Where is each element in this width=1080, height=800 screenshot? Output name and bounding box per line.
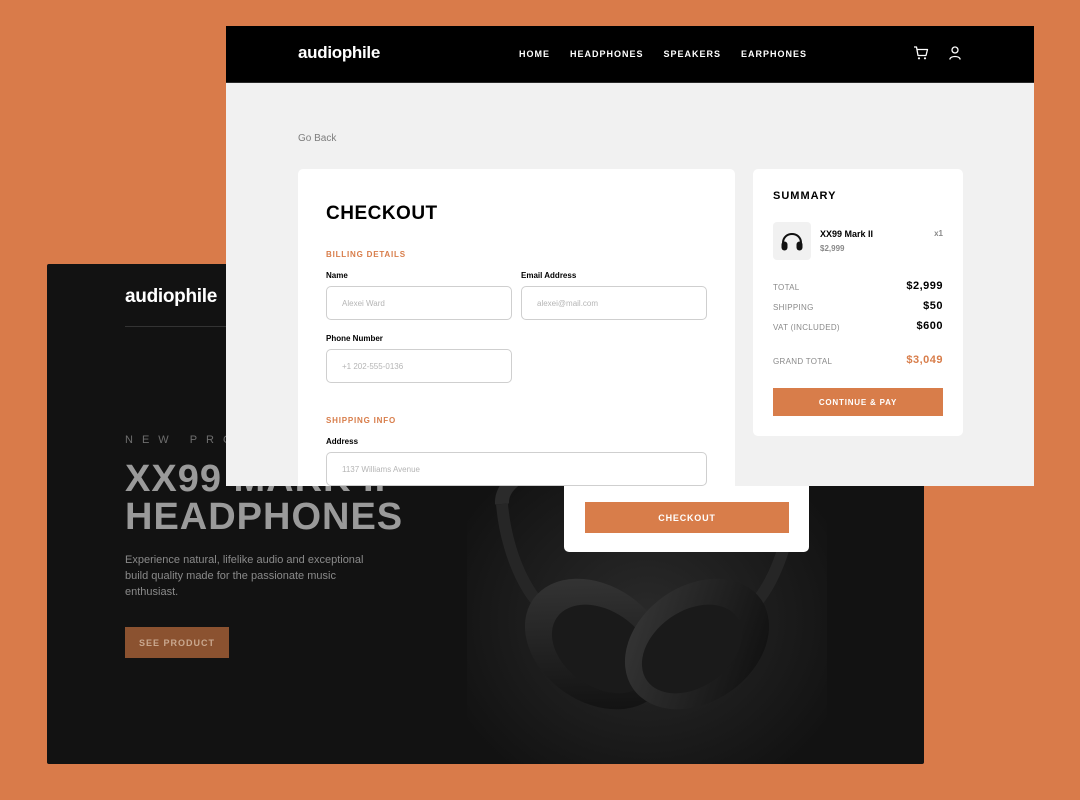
- phone-label: Phone Number: [326, 334, 383, 343]
- shipping-value: $50: [923, 300, 943, 312]
- item-quantity: x1: [934, 229, 943, 238]
- continue-pay-button[interactable]: CONTINUE & PAY: [773, 388, 943, 416]
- checkout-title: CHECKOUT: [326, 203, 438, 224]
- grand-total-label: GRAND TOTAL: [773, 357, 833, 366]
- name-label: Name: [326, 271, 348, 280]
- mini-checkout-card: CHECKOUT: [564, 486, 809, 552]
- summary-title: SUMMARY: [773, 190, 837, 202]
- item-thumbnail: [773, 222, 811, 260]
- phone-field[interactable]: [326, 349, 512, 383]
- nav-logo[interactable]: audiophile: [298, 43, 380, 63]
- total-label: TOTAL: [773, 283, 800, 292]
- address-label: Address: [326, 437, 359, 446]
- shipping-info-label: SHIPPING INFO: [326, 416, 396, 425]
- name-field[interactable]: [326, 286, 512, 320]
- hero-logo[interactable]: audiophile: [125, 286, 217, 308]
- hero-title-line2: HEADPHONES: [125, 496, 404, 538]
- address-field[interactable]: [326, 452, 707, 486]
- nav-link-home[interactable]: HOME: [519, 49, 550, 59]
- nav-link-speakers[interactable]: SPEAKERS: [664, 49, 722, 59]
- billing-details-label: BILLING DETAILS: [326, 250, 406, 259]
- cart-icon[interactable]: [913, 45, 929, 61]
- item-price: $2,999: [820, 244, 845, 253]
- go-back-link[interactable]: Go Back: [298, 133, 336, 144]
- top-nav: audiophile HOME HEADPHONES SPEAKERS EARP…: [226, 26, 1034, 83]
- checkout-form-card: CHECKOUT BILLING DETAILS Name Email Addr…: [298, 169, 735, 486]
- email-label: Email Address: [521, 271, 577, 280]
- vat-label: VAT (INCLUDED): [773, 323, 840, 332]
- summary-card: SUMMARY XX99 Mark II $2,999 x1 TOTAL $2,…: [753, 169, 963, 436]
- vat-value: $600: [916, 320, 943, 332]
- shipping-label: SHIPPING: [773, 303, 814, 312]
- checkout-window: audiophile HOME HEADPHONES SPEAKERS EARP…: [226, 26, 1034, 486]
- grand-total-value: $3,049: [906, 354, 943, 366]
- hero-description: Experience natural, lifelike audio and e…: [125, 554, 364, 598]
- checkout-button[interactable]: CHECKOUT: [585, 502, 789, 533]
- headphones-icon: [781, 233, 803, 251]
- user-icon[interactable]: [947, 45, 963, 61]
- see-product-button[interactable]: SEE PRODUCT: [125, 627, 229, 658]
- total-value: $2,999: [906, 280, 943, 292]
- nav-link-earphones[interactable]: EARPHONES: [741, 49, 807, 59]
- item-name: XX99 Mark II: [820, 229, 874, 239]
- nav-links: HOME HEADPHONES SPEAKERS EARPHONES: [519, 49, 807, 59]
- email-field[interactable]: [521, 286, 707, 320]
- nav-link-headphones[interactable]: HEADPHONES: [570, 49, 644, 59]
